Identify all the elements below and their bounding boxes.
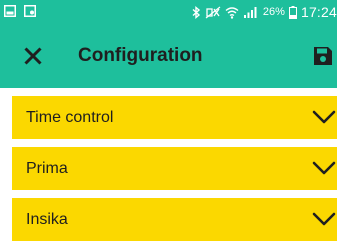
page-title: Configuration bbox=[78, 45, 203, 66]
section-label: Insika bbox=[26, 211, 68, 228]
section-prima[interactable]: Prima bbox=[12, 147, 337, 190]
save-button[interactable] bbox=[312, 45, 334, 67]
close-button[interactable] bbox=[18, 41, 48, 71]
battery-icon bbox=[288, 5, 297, 19]
section-label: Prima bbox=[26, 160, 68, 177]
screen: 26% 17:24 Configuration Time control Pri… bbox=[0, 0, 337, 244]
status-bar: 26% 17:24 bbox=[0, 0, 337, 24]
section-time-control[interactable]: Time control bbox=[12, 96, 337, 139]
gallery-icon bbox=[4, 5, 16, 17]
close-icon bbox=[24, 47, 42, 65]
status-right-icons: 26% 17:24 bbox=[191, 0, 337, 24]
section-label: Time control bbox=[26, 109, 114, 126]
status-left-icons bbox=[4, 5, 36, 17]
save-icon bbox=[314, 47, 332, 65]
section-list: Time control Prima Insika bbox=[0, 88, 337, 244]
battery-percent: 26% bbox=[262, 6, 285, 18]
bluetooth-icon bbox=[192, 5, 200, 19]
signal-icon bbox=[243, 6, 257, 18]
section-insika[interactable]: Insika bbox=[12, 198, 337, 241]
wifi-icon bbox=[225, 6, 239, 19]
chevron-down-icon[interactable] bbox=[311, 157, 337, 179]
status-time: 17:24 bbox=[300, 4, 337, 20]
app-bar: Configuration bbox=[0, 24, 337, 88]
chevron-down-icon[interactable] bbox=[311, 106, 337, 128]
chevron-down-icon[interactable] bbox=[311, 208, 337, 230]
mute-icon bbox=[205, 6, 221, 18]
screenshot-icon bbox=[24, 5, 36, 17]
